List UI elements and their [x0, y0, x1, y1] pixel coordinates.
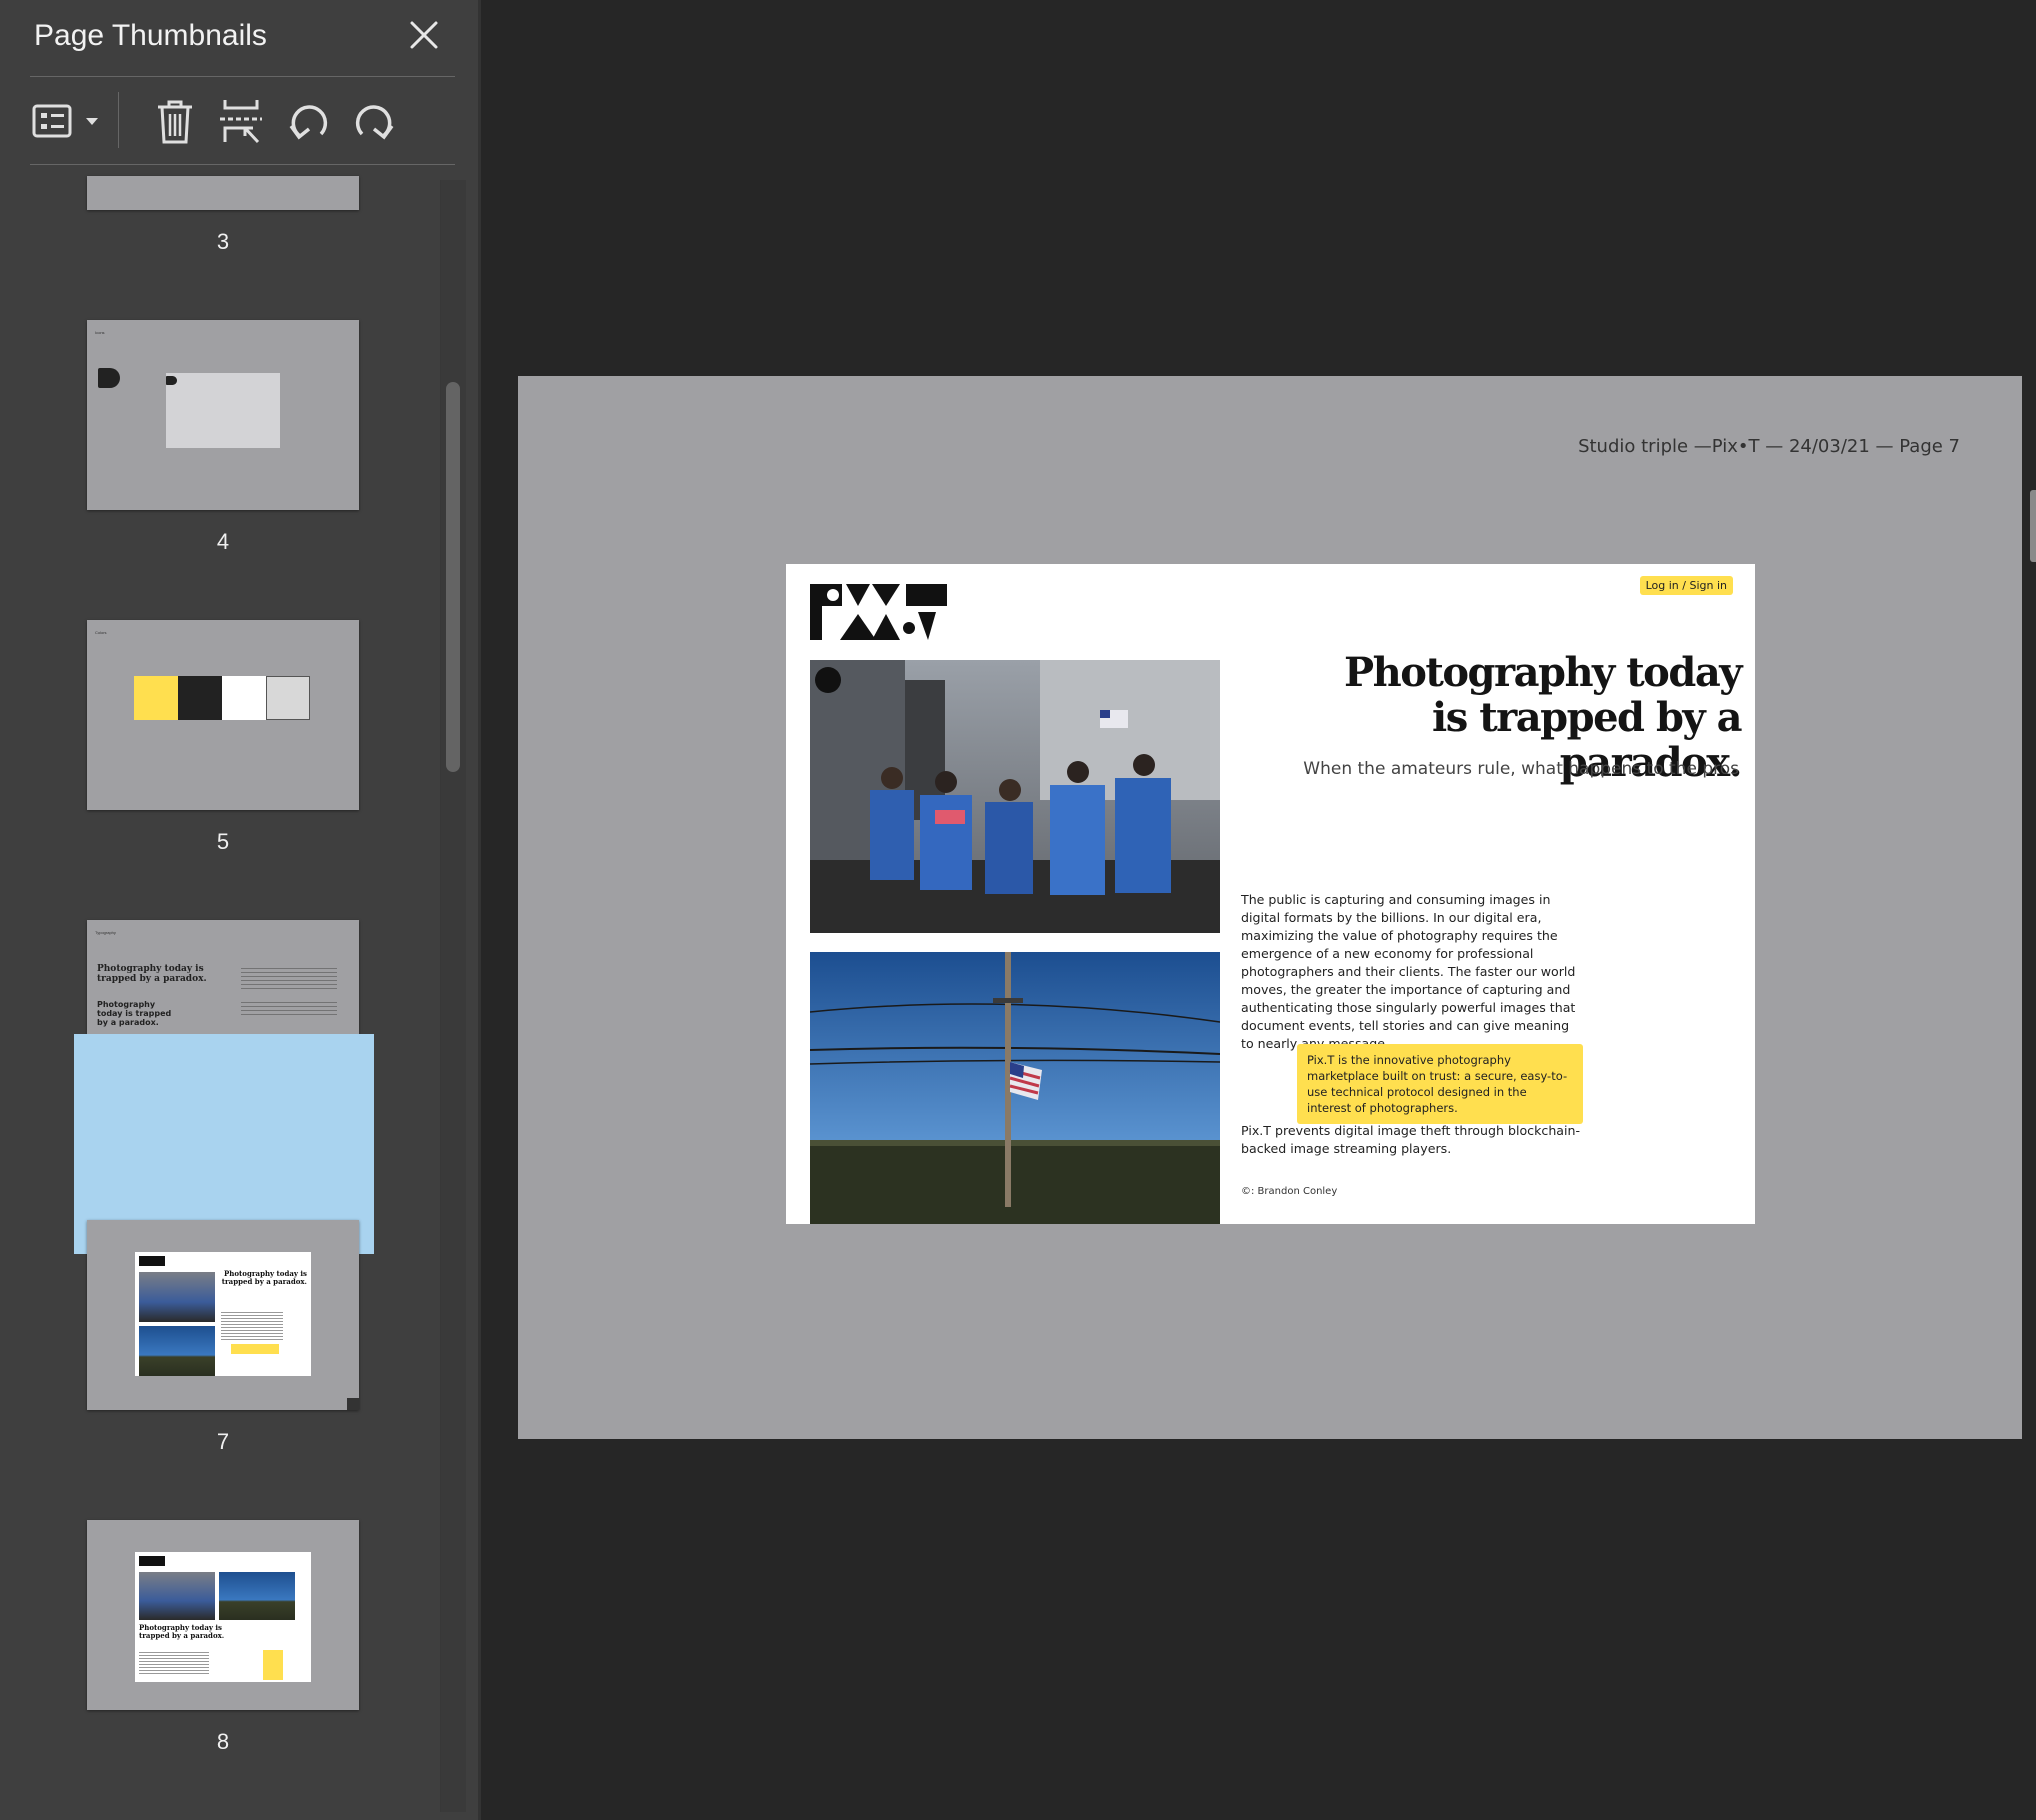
thumbnail-page-number: 5: [216, 829, 230, 854]
thumbnail-page-number: 3: [216, 229, 230, 254]
thumbnail-callout: [231, 1344, 279, 1354]
thumbnail-title: Photography today is trapped by a parado…: [139, 1623, 225, 1640]
color-swatch: [134, 676, 178, 720]
delete-page-button[interactable]: [150, 96, 200, 146]
slide-subhead: When the amateurs rule, what happens to …: [1303, 759, 1739, 779]
thumbnail-logo: [139, 1256, 165, 1266]
thumbnail-page-5[interactable]: Colors: [87, 620, 359, 810]
slide-body-text: The public is capturing and consuming im…: [1241, 892, 1576, 1051]
headline-line: Photography today: [1344, 649, 1742, 696]
divider: [30, 76, 455, 77]
thumbnail-header: Colors: [95, 630, 107, 635]
thumbnail-photo: [139, 1572, 215, 1620]
panel-title: Page Thumbnails: [34, 19, 267, 52]
photo-credit: ©: Brandon Conley: [1241, 1186, 1338, 1197]
thumbnail-page-3[interactable]: [87, 176, 359, 210]
thumbnail-icon-mark: [166, 376, 177, 385]
thumbnail-icon-mark: [98, 368, 120, 388]
thumbnail-slide: Photography today is trapped by a parado…: [135, 1252, 311, 1376]
thumbnail-page-number: 7: [216, 1429, 230, 1454]
thumbnail-text-block: [241, 968, 337, 990]
thumbnail-header: Icons: [95, 330, 105, 335]
thumbnail-callout: [263, 1650, 283, 1680]
thumbnail-placeholder-box: [166, 373, 280, 448]
extract-pages-button[interactable]: [216, 96, 266, 146]
thumbnail-options-icon: [32, 104, 98, 138]
rotate-counterclockwise-icon: [289, 105, 328, 140]
extract-pages-icon: [220, 100, 262, 144]
thumbnail-title: Photography today is trapped by a parado…: [97, 964, 207, 984]
color-swatch: [178, 676, 222, 720]
page-header: Studio triple —Pix•T — 24/03/21 — Page 7: [1578, 436, 1960, 457]
slide-callout: Pix.T is the innovative photography mark…: [1297, 1044, 1583, 1124]
thumbnail-photo: [139, 1326, 215, 1376]
rotate-clockwise-icon: [355, 105, 394, 140]
thumbnail-page-7[interactable]: Photography today is trapped by a parado…: [87, 1220, 359, 1410]
thumbnail-photo: [219, 1572, 295, 1620]
slide-mockup: Log in / Sign in Photography today is tr…: [786, 564, 1755, 1224]
thumbnail-toolbar: [0, 78, 481, 164]
thumbnail-page-number: 4: [216, 529, 230, 554]
thumbnail-page-number: 8: [216, 1729, 230, 1754]
close-icon[interactable]: [403, 14, 445, 56]
thumbnail-page-8[interactable]: Photography today is trapped by a parado…: [87, 1520, 359, 1710]
thumbnail-resize-handle[interactable]: [347, 1398, 359, 1410]
slide-body-text-2: Pix.T prevents digital image theft throu…: [1241, 1123, 1581, 1156]
thumbnail-options-button[interactable]: [30, 96, 102, 146]
rotate-right-button[interactable]: [350, 96, 400, 146]
thumbnail-title: Photography today is trapped by a parado…: [97, 1000, 172, 1027]
login-button[interactable]: Log in / Sign in: [1639, 576, 1733, 595]
divider: [30, 164, 455, 165]
thumbnail-scrollbar-thumb[interactable]: [446, 382, 460, 772]
pixt-logo: [810, 584, 947, 640]
thumbnail-text-block: [221, 1312, 283, 1342]
rotate-left-button[interactable]: [283, 96, 333, 146]
thumbnail-photo: [139, 1272, 215, 1322]
protest-photo: [810, 660, 1220, 933]
thumbnail-slide: Photography today is trapped by a parado…: [135, 1552, 311, 1682]
thumbnail-text-block: [241, 1002, 337, 1018]
thumbnail-page-4[interactable]: Icons: [87, 320, 359, 510]
color-swatch: [222, 676, 266, 720]
document-page: Studio triple —Pix•T — 24/03/21 — Page 7…: [518, 376, 2022, 1439]
thumbnail-title: Photography today is trapped by a parado…: [221, 1269, 307, 1286]
toolbar-divider: [118, 92, 119, 148]
power-pole-photo: [810, 952, 1220, 1224]
color-swatch: [266, 676, 310, 720]
viewer-scrollbar[interactable]: [2030, 490, 2036, 562]
thumbnail-logo: [139, 1556, 165, 1566]
trash-icon: [158, 100, 192, 144]
thumbnail-text-block: [139, 1652, 209, 1674]
thumbnail-header: Typography: [95, 930, 116, 935]
